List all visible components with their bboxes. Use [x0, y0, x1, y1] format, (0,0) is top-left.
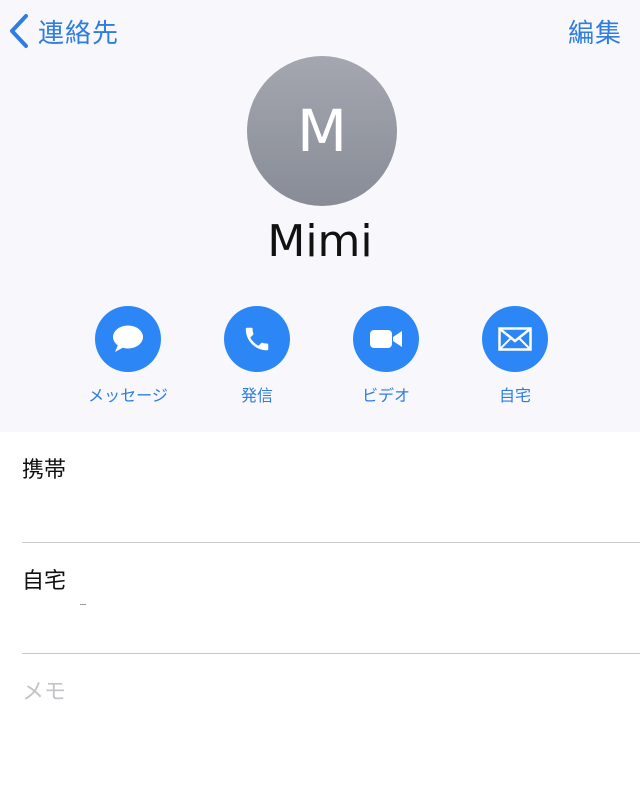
call-action-button[interactable]: 発信: [192, 306, 322, 406]
message-bubble-icon: [113, 325, 143, 352]
avatar: M: [247, 56, 397, 206]
video-camera-icon: [370, 330, 402, 348]
back-button[interactable]: 連絡先: [8, 8, 119, 54]
mail-action-circle[interactable]: [482, 306, 548, 372]
message-action-label: メッセージ: [88, 386, 168, 405]
memo-placeholder: メモ: [22, 680, 67, 705]
home-field-label: 自宅: [22, 569, 67, 594]
action-bar: メッセージ 発信 ビデオ 自宅: [0, 306, 640, 416]
memo-field-row[interactable]: メモ: [0, 654, 640, 806]
mobile-field-row[interactable]: 携帯: [0, 432, 640, 542]
video-action-label: ビデオ: [361, 386, 410, 405]
home-field-value-mark: [80, 604, 86, 605]
back-label: 連絡先: [38, 18, 120, 49]
home-field-row[interactable]: 自宅: [0, 543, 640, 653]
contact-header: 連絡先 編集 M Mimi メッセージ 発信 ビデオ 自宅: [0, 0, 640, 432]
phone-icon: [245, 327, 269, 351]
mail-action-label: 自宅: [498, 386, 531, 405]
video-action-button[interactable]: ビデオ: [321, 306, 451, 406]
call-action-label: 発信: [240, 386, 273, 405]
message-action-button[interactable]: メッセージ: [63, 306, 193, 406]
message-action-circle[interactable]: [95, 306, 161, 372]
call-action-circle[interactable]: [224, 306, 290, 372]
contact-name: Mimi: [267, 216, 373, 267]
chevron-left-icon: [10, 14, 28, 48]
avatar-initial: M: [296, 97, 348, 165]
edit-button[interactable]: 編集: [568, 8, 622, 54]
mail-action-button[interactable]: 自宅: [450, 306, 580, 406]
mobile-field-label: 携帯: [22, 458, 67, 483]
video-action-circle[interactable]: [353, 306, 419, 372]
mail-envelope-icon: [498, 327, 532, 351]
